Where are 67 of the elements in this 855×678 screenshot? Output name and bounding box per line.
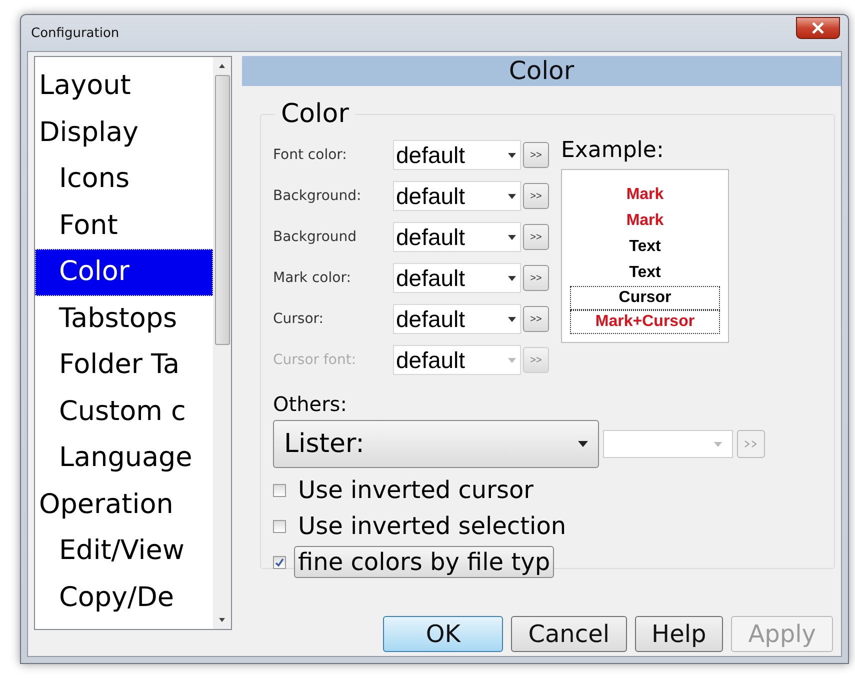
sidebar-item[interactable]: Language xyxy=(35,435,213,482)
picker-button[interactable]: >> xyxy=(523,265,549,291)
color-dropdown[interactable]: default xyxy=(393,140,521,170)
checkbox[interactable] xyxy=(273,520,286,532)
sample-text: Mark xyxy=(625,211,665,231)
chevrons-icon xyxy=(744,440,758,448)
scroll-thumb[interactable] xyxy=(214,75,230,345)
panel-header: Color xyxy=(242,56,841,86)
dialog-button[interactable]: OK xyxy=(383,616,504,652)
checkbox-label[interactable]: Use inverted selection xyxy=(294,510,570,542)
checkbox[interactable] xyxy=(273,556,286,568)
color-label: Mark color: xyxy=(273,270,352,286)
picker-button[interactable]: >> xyxy=(523,224,549,250)
sidebar-item[interactable]: Copy/De xyxy=(35,574,213,621)
sidebar-item[interactable]: Font xyxy=(35,202,213,249)
picker-button[interactable]: >> xyxy=(523,142,549,168)
color-label: Cursor: xyxy=(273,311,324,327)
cursor-sample: Cursor xyxy=(570,286,720,310)
picker-button[interactable] xyxy=(737,430,765,458)
sidebar-item[interactable]: Operation xyxy=(35,482,213,528)
example-label: Example: xyxy=(561,137,665,165)
color-dropdown[interactable]: default xyxy=(393,304,521,334)
sidebar-item[interactable]: Color xyxy=(35,249,213,296)
color-dropdown[interactable]: default xyxy=(393,263,521,293)
scroll-up-icon xyxy=(218,63,226,69)
picker-button[interactable]: >> xyxy=(523,347,549,373)
color-dropdown[interactable]: default xyxy=(393,222,521,252)
checkbox-label[interactable]: fine colors by file typ xyxy=(294,546,554,578)
picker-button[interactable]: >> xyxy=(523,183,549,209)
dropdown-arrow-icon xyxy=(508,358,516,362)
sidebar-item[interactable]: Folder Ta xyxy=(35,342,213,388)
close-button[interactable] xyxy=(796,17,840,39)
dropdown-arrow-icon xyxy=(508,276,516,280)
sidebar-item[interactable]: Tabstops xyxy=(35,296,213,342)
dropdown-arrow-icon xyxy=(508,194,516,198)
sidebar-item[interactable]: Layout xyxy=(35,63,213,110)
checkmark-icon xyxy=(275,558,284,566)
dropdown-arrow-icon xyxy=(508,152,516,158)
checkbox[interactable] xyxy=(273,484,286,496)
lister-dropdown[interactable]: Lister: xyxy=(273,420,599,468)
dropdown-arrow-icon xyxy=(508,316,516,322)
sample-text: Text xyxy=(628,237,662,257)
dropdown-arrow-icon xyxy=(508,234,516,240)
color-dropdown[interactable]: default xyxy=(393,181,521,211)
color-label: Font color: xyxy=(273,147,348,163)
scroll-down-icon xyxy=(218,617,226,623)
sidebar-item[interactable]: Display xyxy=(35,110,213,156)
scroll-bar[interactable] xyxy=(213,57,231,629)
color-label: Background xyxy=(273,229,358,245)
sidebar-item[interactable]: Custom c xyxy=(35,388,213,435)
dropdown-arrow-icon xyxy=(578,441,588,447)
color-label: Cursor font: xyxy=(273,352,358,368)
dialog-button[interactable]: Help xyxy=(634,616,724,652)
others-label: Others: xyxy=(273,392,348,416)
picker-button[interactable]: >> xyxy=(523,306,549,332)
sample-text: Text xyxy=(628,263,662,283)
color-label: Background: xyxy=(273,188,362,204)
window-title: Configuration xyxy=(31,26,120,40)
sample-text: Mark xyxy=(625,185,665,205)
close-icon xyxy=(811,22,825,34)
dropdown-arrow-icon xyxy=(714,442,722,446)
dialog-button[interactable]: Cancel xyxy=(511,616,627,652)
color-dropdown[interactable] xyxy=(603,430,733,458)
checkbox-label[interactable]: Use inverted cursor xyxy=(294,474,538,506)
cursor-sample: Mark+Cursor xyxy=(570,310,720,334)
sidebar-item[interactable]: Edit/View xyxy=(35,528,213,574)
sidebar-item[interactable]: Icons xyxy=(35,156,213,202)
